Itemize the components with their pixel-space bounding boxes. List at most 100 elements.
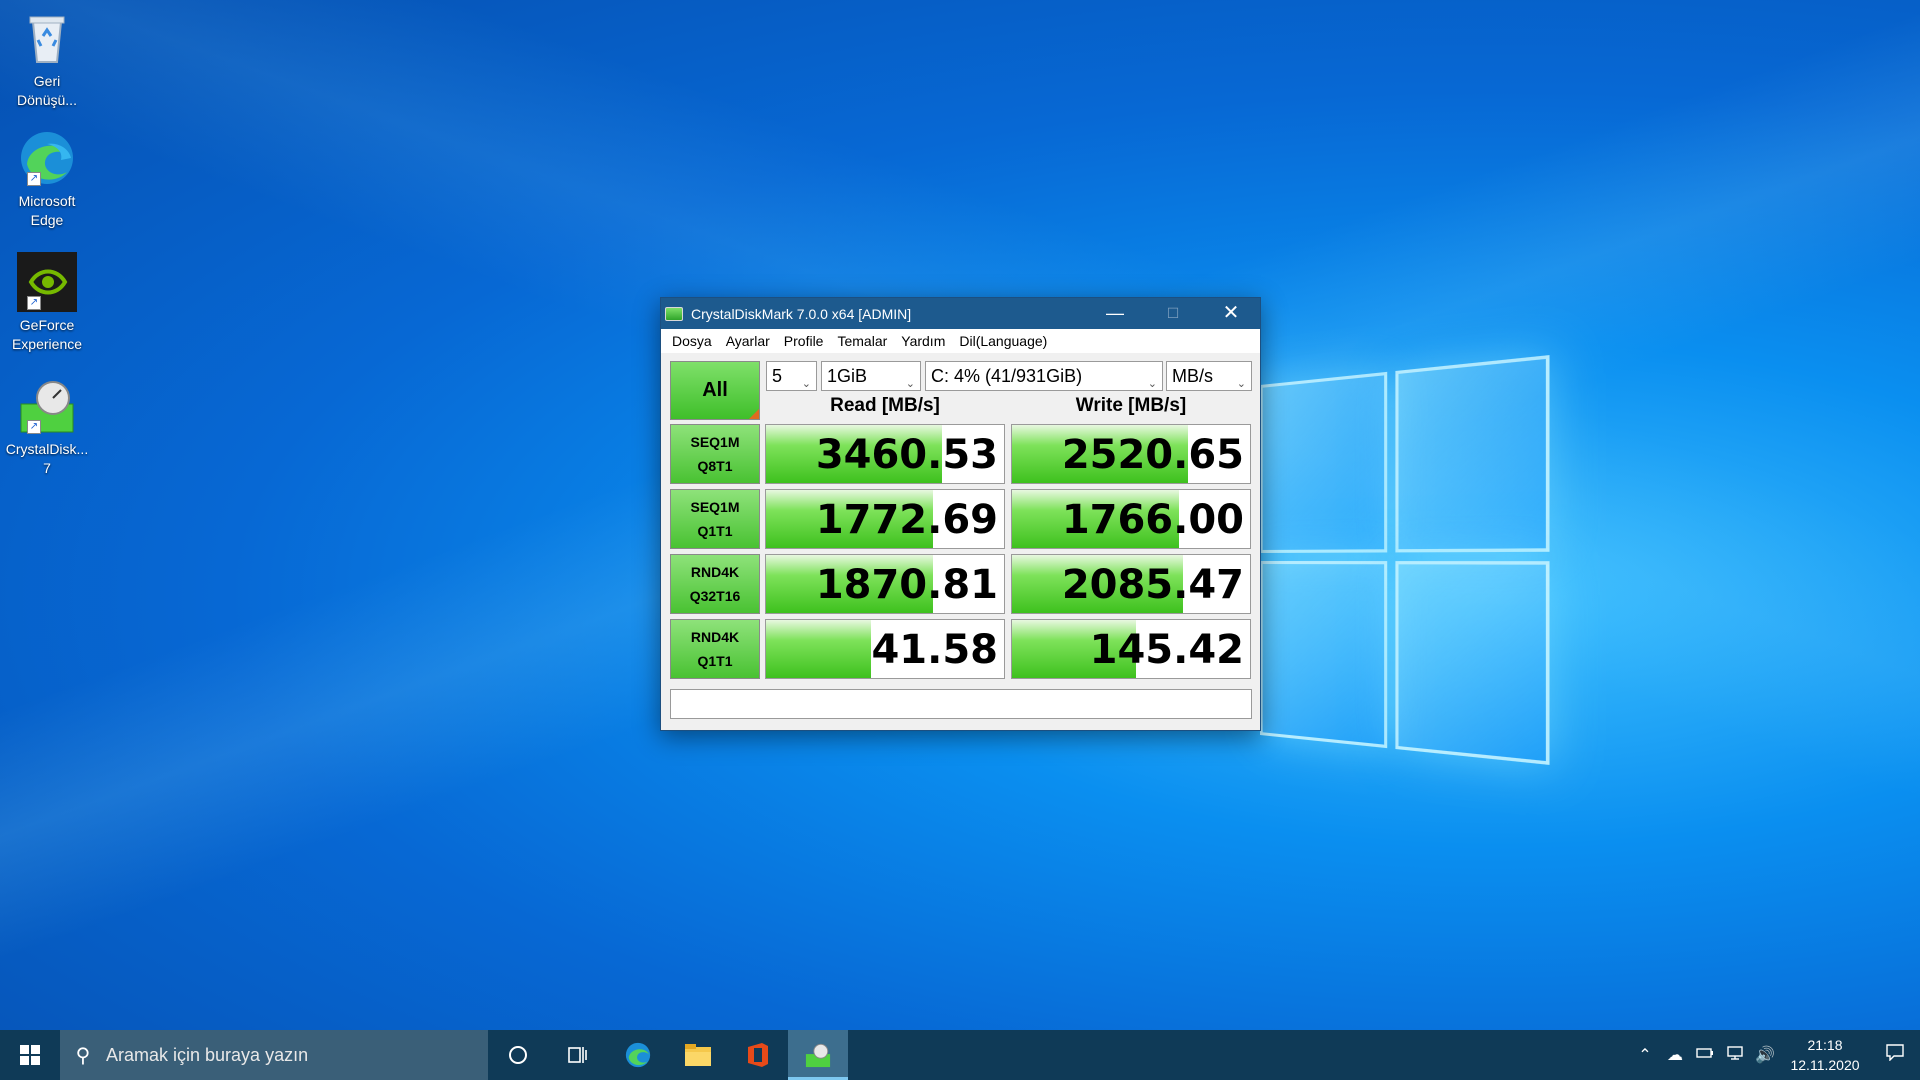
menu-temalar[interactable]: Temalar — [830, 333, 894, 349]
menu-ayarlar[interactable]: Ayarlar — [719, 333, 777, 349]
write-value: 2085.47 — [1062, 561, 1244, 609]
geforce-icon: ↗ — [17, 252, 77, 312]
shortcut-arrow-icon: ↗ — [27, 420, 41, 434]
menu-yardim[interactable]: Yardım — [894, 333, 952, 349]
desktop-icon-label: Geri Dönüşü... — [4, 72, 90, 110]
windows-start-icon — [20, 1045, 40, 1065]
clock-time: 21:18 — [1780, 1035, 1870, 1055]
menu-dosya[interactable]: Dosya — [665, 333, 719, 349]
all-button[interactable]: All — [670, 361, 760, 420]
test-label-line2: Q1T1 — [671, 519, 759, 543]
test-label-line1: RND4K — [671, 625, 759, 649]
comment-field[interactable] — [670, 689, 1252, 719]
drive-value: C: 4% (41/931GiB) — [931, 366, 1082, 386]
test-label-line2: Q1T1 — [671, 649, 759, 673]
test-label-line1: SEQ1M — [671, 430, 759, 454]
desktop-icon-label: GeForce Experience — [4, 316, 90, 354]
chevron-down-icon: ⌄ — [1148, 370, 1157, 398]
all-button-label: All — [702, 379, 728, 402]
maximize-button[interactable]: ☐ — [1144, 298, 1202, 329]
read-result-cell: 41.58 — [765, 619, 1005, 679]
crystaldiskmark-taskbar-icon[interactable] — [788, 1030, 848, 1080]
close-button[interactable]: ✕ — [1202, 298, 1260, 329]
desktop-icon-label: CrystalDisk... 7 — [4, 440, 90, 478]
test-button-seq1m-q8t1[interactable]: SEQ1M Q8T1 — [670, 424, 760, 484]
battery-icon[interactable] — [1690, 1046, 1720, 1065]
write-header: Write [MB/s] — [1011, 395, 1251, 417]
menu-language[interactable]: Dil(Language) — [952, 333, 1054, 349]
window-title: CrystalDiskMark 7.0.0 x64 [ADMIN] — [691, 306, 911, 322]
desktop-icon-label: Microsoft Edge — [4, 192, 90, 230]
read-value: 1870.81 — [816, 561, 998, 609]
clock-date: 12.11.2020 — [1780, 1055, 1870, 1075]
read-value: 3460.53 — [816, 431, 998, 479]
write-value: 145.42 — [1090, 626, 1244, 674]
benchmark-panel: All 5 ⌄ 1GiB ⌄ C: 4% (41/931GiB) ⌄ MB/s … — [661, 353, 1260, 730]
volume-icon[interactable]: 🔊 — [1750, 1045, 1780, 1065]
read-value: 41.58 — [871, 626, 998, 674]
test-label-line1: SEQ1M — [671, 495, 759, 519]
search-icon: ⚲ — [60, 1043, 106, 1068]
crystaldiskmark-window: CrystalDiskMark 7.0.0 x64 [ADMIN] — ☐ ✕ … — [660, 297, 1261, 731]
crystaldisk-icon: ↗ — [17, 376, 77, 436]
desktop-icon-crystaldisk[interactable]: ↗ CrystalDisk... 7 — [4, 376, 90, 478]
desktop-icon-geforce[interactable]: ↗ GeForce Experience — [4, 252, 90, 354]
unit-select[interactable]: MB/s ⌄ — [1166, 361, 1252, 391]
read-result-cell: 3460.53 — [765, 424, 1005, 484]
read-result-cell: 1870.81 — [765, 554, 1005, 614]
count-select[interactable]: 5 ⌄ — [766, 361, 817, 391]
size-value: 1GiB — [827, 366, 867, 386]
windows-wallpaper-logo — [1260, 355, 1550, 765]
onedrive-cloud-icon[interactable]: ☁ — [1660, 1045, 1690, 1065]
recycle-bin-icon — [17, 8, 77, 68]
test-button-rnd4k-q32t16[interactable]: RND4K Q32T16 — [670, 554, 760, 614]
menu-profile[interactable]: Profile — [777, 333, 831, 349]
unit-value: MB/s — [1172, 366, 1213, 386]
network-icon[interactable] — [1720, 1045, 1750, 1066]
system-tray: ⌃ ☁ 🔊 21:18 12.11.2020 — [1630, 1030, 1920, 1080]
cortana-icon[interactable] — [488, 1030, 548, 1080]
minimize-button[interactable]: — — [1086, 298, 1144, 329]
read-bar — [766, 620, 871, 678]
write-value: 2520.65 — [1062, 431, 1244, 479]
write-result-cell: 2520.65 — [1011, 424, 1251, 484]
shortcut-arrow-icon: ↗ — [27, 296, 41, 310]
office-icon[interactable] — [728, 1030, 788, 1080]
test-label-line1: RND4K — [671, 560, 759, 584]
chevron-down-icon: ⌄ — [906, 370, 915, 398]
taskbar-search-box[interactable]: ⚲ Aramak için buraya yazın — [60, 1030, 488, 1080]
test-button-rnd4k-q1t1[interactable]: RND4K Q1T1 — [670, 619, 760, 679]
count-value: 5 — [772, 366, 782, 386]
write-result-cell: 145.42 — [1011, 619, 1251, 679]
chevron-down-icon: ⌄ — [802, 370, 811, 398]
read-header: Read [MB/s] — [765, 395, 1005, 417]
corner-triangle-icon — [749, 409, 759, 419]
test-label-line2: Q8T1 — [671, 454, 759, 478]
crystaldiskmark-app-icon — [665, 307, 683, 321]
menu-bar: Dosya Ayarlar Profile Temalar Yardım Dil… — [661, 329, 1260, 353]
start-button[interactable] — [0, 1030, 60, 1080]
read-result-cell: 1772.69 — [765, 489, 1005, 549]
read-value: 1772.69 — [816, 496, 998, 544]
shortcut-arrow-icon: ↗ — [27, 172, 41, 186]
write-result-cell: 2085.47 — [1011, 554, 1251, 614]
clock[interactable]: 21:18 12.11.2020 — [1780, 1035, 1870, 1075]
write-value: 1766.00 — [1062, 496, 1244, 544]
size-select[interactable]: 1GiB ⌄ — [821, 361, 921, 391]
test-button-seq1m-q1t1[interactable]: SEQ1M Q1T1 — [670, 489, 760, 549]
task-view-icon[interactable] — [548, 1030, 608, 1080]
edge-icon: ↗ — [17, 128, 77, 188]
chevron-up-icon[interactable]: ⌃ — [1630, 1045, 1660, 1065]
drive-select[interactable]: C: 4% (41/931GiB) ⌄ — [925, 361, 1163, 391]
edge-icon[interactable] — [608, 1030, 668, 1080]
notification-icon[interactable] — [1870, 1043, 1920, 1067]
taskbar: ⚲ Aramak için buraya yazın ⌃ ☁ 🔊 21:18 1… — [0, 1030, 1920, 1080]
desktop-icon-edge[interactable]: ↗ Microsoft Edge — [4, 128, 90, 230]
test-label-line2: Q32T16 — [671, 584, 759, 608]
chevron-down-icon: ⌄ — [1237, 370, 1246, 398]
window-titlebar[interactable]: CrystalDiskMark 7.0.0 x64 [ADMIN] — ☐ ✕ — [661, 298, 1260, 329]
write-result-cell: 1766.00 — [1011, 489, 1251, 549]
search-placeholder: Aramak için buraya yazın — [106, 1045, 308, 1066]
desktop-icon-recycle-bin[interactable]: Geri Dönüşü... — [4, 8, 90, 110]
file-explorer-icon[interactable] — [668, 1030, 728, 1080]
